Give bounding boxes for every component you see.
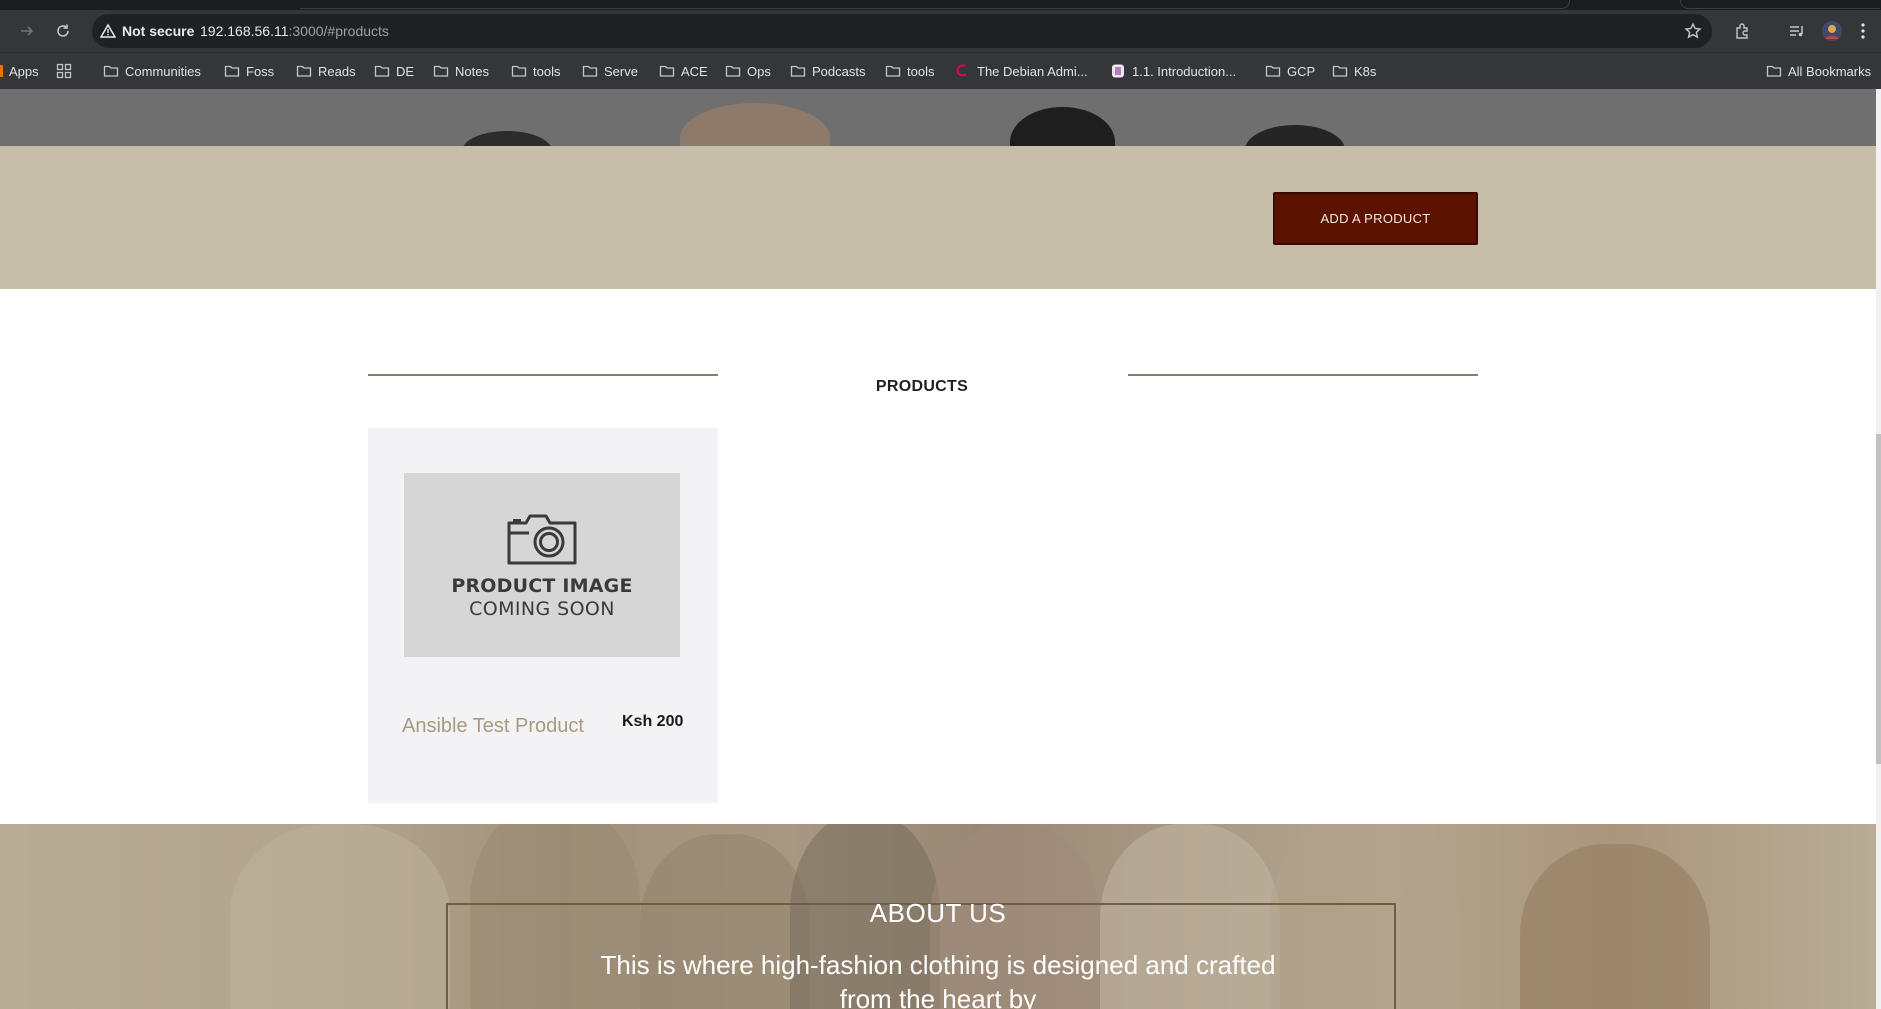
tab-strip (0, 0, 1881, 10)
heading-rule-right (1128, 374, 1478, 376)
reload-icon[interactable] (48, 10, 78, 52)
page-viewport: ADD A PRODUCT PRODUCTS PRODUCT IMAGE COM… (0, 89, 1876, 1009)
browser-menu-icon[interactable] (1852, 10, 1874, 52)
bookmark-label: ACE (681, 63, 708, 79)
bookmark-folder-podcasts[interactable]: Podcasts (790, 53, 865, 89)
folder-icon (1332, 65, 1348, 77)
product-card[interactable]: PRODUCT IMAGE COMING SOON Ansible Test P… (368, 428, 718, 803)
bookmark-folder-tools[interactable]: tools (511, 53, 560, 89)
folder-icon (659, 65, 675, 77)
folder-icon (582, 65, 598, 77)
folder-icon (224, 65, 240, 77)
bookmark-label: GCP (1287, 63, 1316, 79)
apps-grid-icon (0, 65, 3, 77)
bookmark-folder-de[interactable]: DE (374, 53, 414, 89)
folder-icon (725, 65, 741, 77)
forward-icon[interactable] (12, 10, 42, 52)
bookmark-label: Apps (9, 63, 39, 79)
bookmark-label: Ops (747, 63, 771, 79)
scrollbar-thumb[interactable] (1876, 434, 1881, 764)
product-price: Ksh 200 (622, 713, 684, 730)
url-path: :3000/#products (288, 23, 389, 39)
bookmark-label: tools (533, 63, 561, 79)
bookmark-folder-foss[interactable]: Foss (224, 53, 274, 89)
warning-icon (100, 23, 116, 38)
bookmark-tab-groups[interactable] (56, 53, 72, 89)
folder-icon (296, 65, 312, 77)
extensions-icon[interactable] (1728, 10, 1758, 52)
bookmark-folder-ops[interactable]: Ops (725, 53, 771, 89)
hero-person (462, 131, 552, 146)
folder-icon (511, 65, 527, 77)
camera-icon (507, 514, 577, 565)
bookmark-star-icon[interactable] (1684, 14, 1702, 48)
tab-groups-icon (56, 63, 72, 79)
folder-icon (374, 65, 390, 77)
bookmark-label: Foss (246, 63, 275, 79)
add-product-button[interactable]: ADD A PRODUCT (1273, 192, 1478, 245)
folder-icon (790, 65, 806, 77)
profile-avatar-icon[interactable] (1817, 10, 1847, 52)
bookmark-folder-reads[interactable]: Reads (296, 53, 356, 89)
active-tab-edge[interactable] (300, 0, 1570, 9)
bookmark-folder-k8s[interactable]: K8s (1332, 53, 1376, 89)
new-tab-edge[interactable] (1680, 0, 1880, 9)
product-name-link[interactable]: Ansible Test Product (402, 715, 584, 738)
bookmark-label: Reads (318, 63, 356, 79)
about-text: This is where high-fashion clothing is d… (600, 950, 1276, 1009)
url-text[interactable]: 192.168.56.11:3000/#products (200, 14, 389, 48)
bookmark-label: All Bookmarks (1788, 63, 1872, 79)
debian-icon (956, 64, 967, 77)
bookmark-apps[interactable]: Apps (0, 53, 39, 89)
about-heading: ABOUT US (869, 898, 1007, 928)
bookmark-label: 1.1. Introduction... (1132, 63, 1237, 79)
all-bookmarks-button[interactable]: All Bookmarks (1766, 53, 1871, 89)
hero-person (1245, 125, 1345, 146)
hero-person (680, 103, 830, 146)
bookmark-label: K8s (1354, 63, 1377, 79)
browser-chrome: Not secure 192.168.56.11:3000/#products … (0, 0, 1881, 89)
browser-toolbar: Not secure 192.168.56.11:3000/#products (0, 10, 1881, 52)
address-bar[interactable]: Not secure 192.168.56.11:3000/#products (92, 14, 1712, 48)
heading-rule-left (368, 374, 718, 376)
bookmark-label: Notes (455, 63, 489, 79)
page-scrollbar[interactable] (1876, 89, 1881, 1009)
media-control-icon[interactable] (1782, 10, 1812, 52)
placeholder-line-2: COMING SOON (469, 598, 615, 620)
bookmarks-bar: Apps Communities Foss Reads DE Notes too… (0, 52, 1881, 89)
bookmark-folder-gcp[interactable]: GCP (1265, 53, 1315, 89)
placeholder-line-1: PRODUCT IMAGE (451, 575, 633, 597)
site-icon (1112, 64, 1124, 78)
admin-action-band: ADD A PRODUCT (0, 146, 1876, 289)
bookmark-folder-ace[interactable]: ACE (659, 53, 708, 89)
folder-icon (433, 65, 449, 77)
bookmark-label: Podcasts (812, 63, 866, 79)
bookmark-folder-serve[interactable]: Serve (582, 53, 638, 89)
security-indicator[interactable]: Not secure (100, 14, 194, 48)
url-host: 192.168.56.11 (200, 23, 289, 39)
product-image-placeholder[interactable]: PRODUCT IMAGE COMING SOON (404, 473, 680, 657)
bookmark-folder-communities[interactable]: Communities (103, 53, 201, 89)
products-heading: PRODUCTS (875, 378, 969, 395)
hero-person (1010, 107, 1115, 146)
products-section: PRODUCTS PRODUCT IMAGE COMING SOON Ansib… (0, 289, 1876, 824)
bookmark-label: DE (396, 63, 415, 79)
security-label: Not secure (122, 23, 195, 39)
hero-image-strip (0, 89, 1876, 146)
folder-icon (1766, 65, 1782, 77)
folder-icon (1265, 65, 1281, 77)
bookmark-folder-notes[interactable]: Notes (433, 53, 489, 89)
about-section: ABOUT US This is where high-fashion clot… (0, 824, 1876, 1009)
bookmark-introduction[interactable]: 1.1. Introduction... (1110, 53, 1236, 89)
bookmark-debian-admin[interactable]: The Debian Admi... (955, 53, 1088, 89)
bookmark-label: Serve (604, 63, 638, 79)
folder-icon (103, 65, 119, 77)
bookmark-label: Communities (125, 63, 201, 79)
bookmark-label: The Debian Admi... (977, 63, 1088, 79)
folder-icon (885, 65, 901, 77)
bookmark-folder-tools-2[interactable]: tools (885, 53, 934, 89)
bookmark-label: tools (907, 63, 935, 79)
